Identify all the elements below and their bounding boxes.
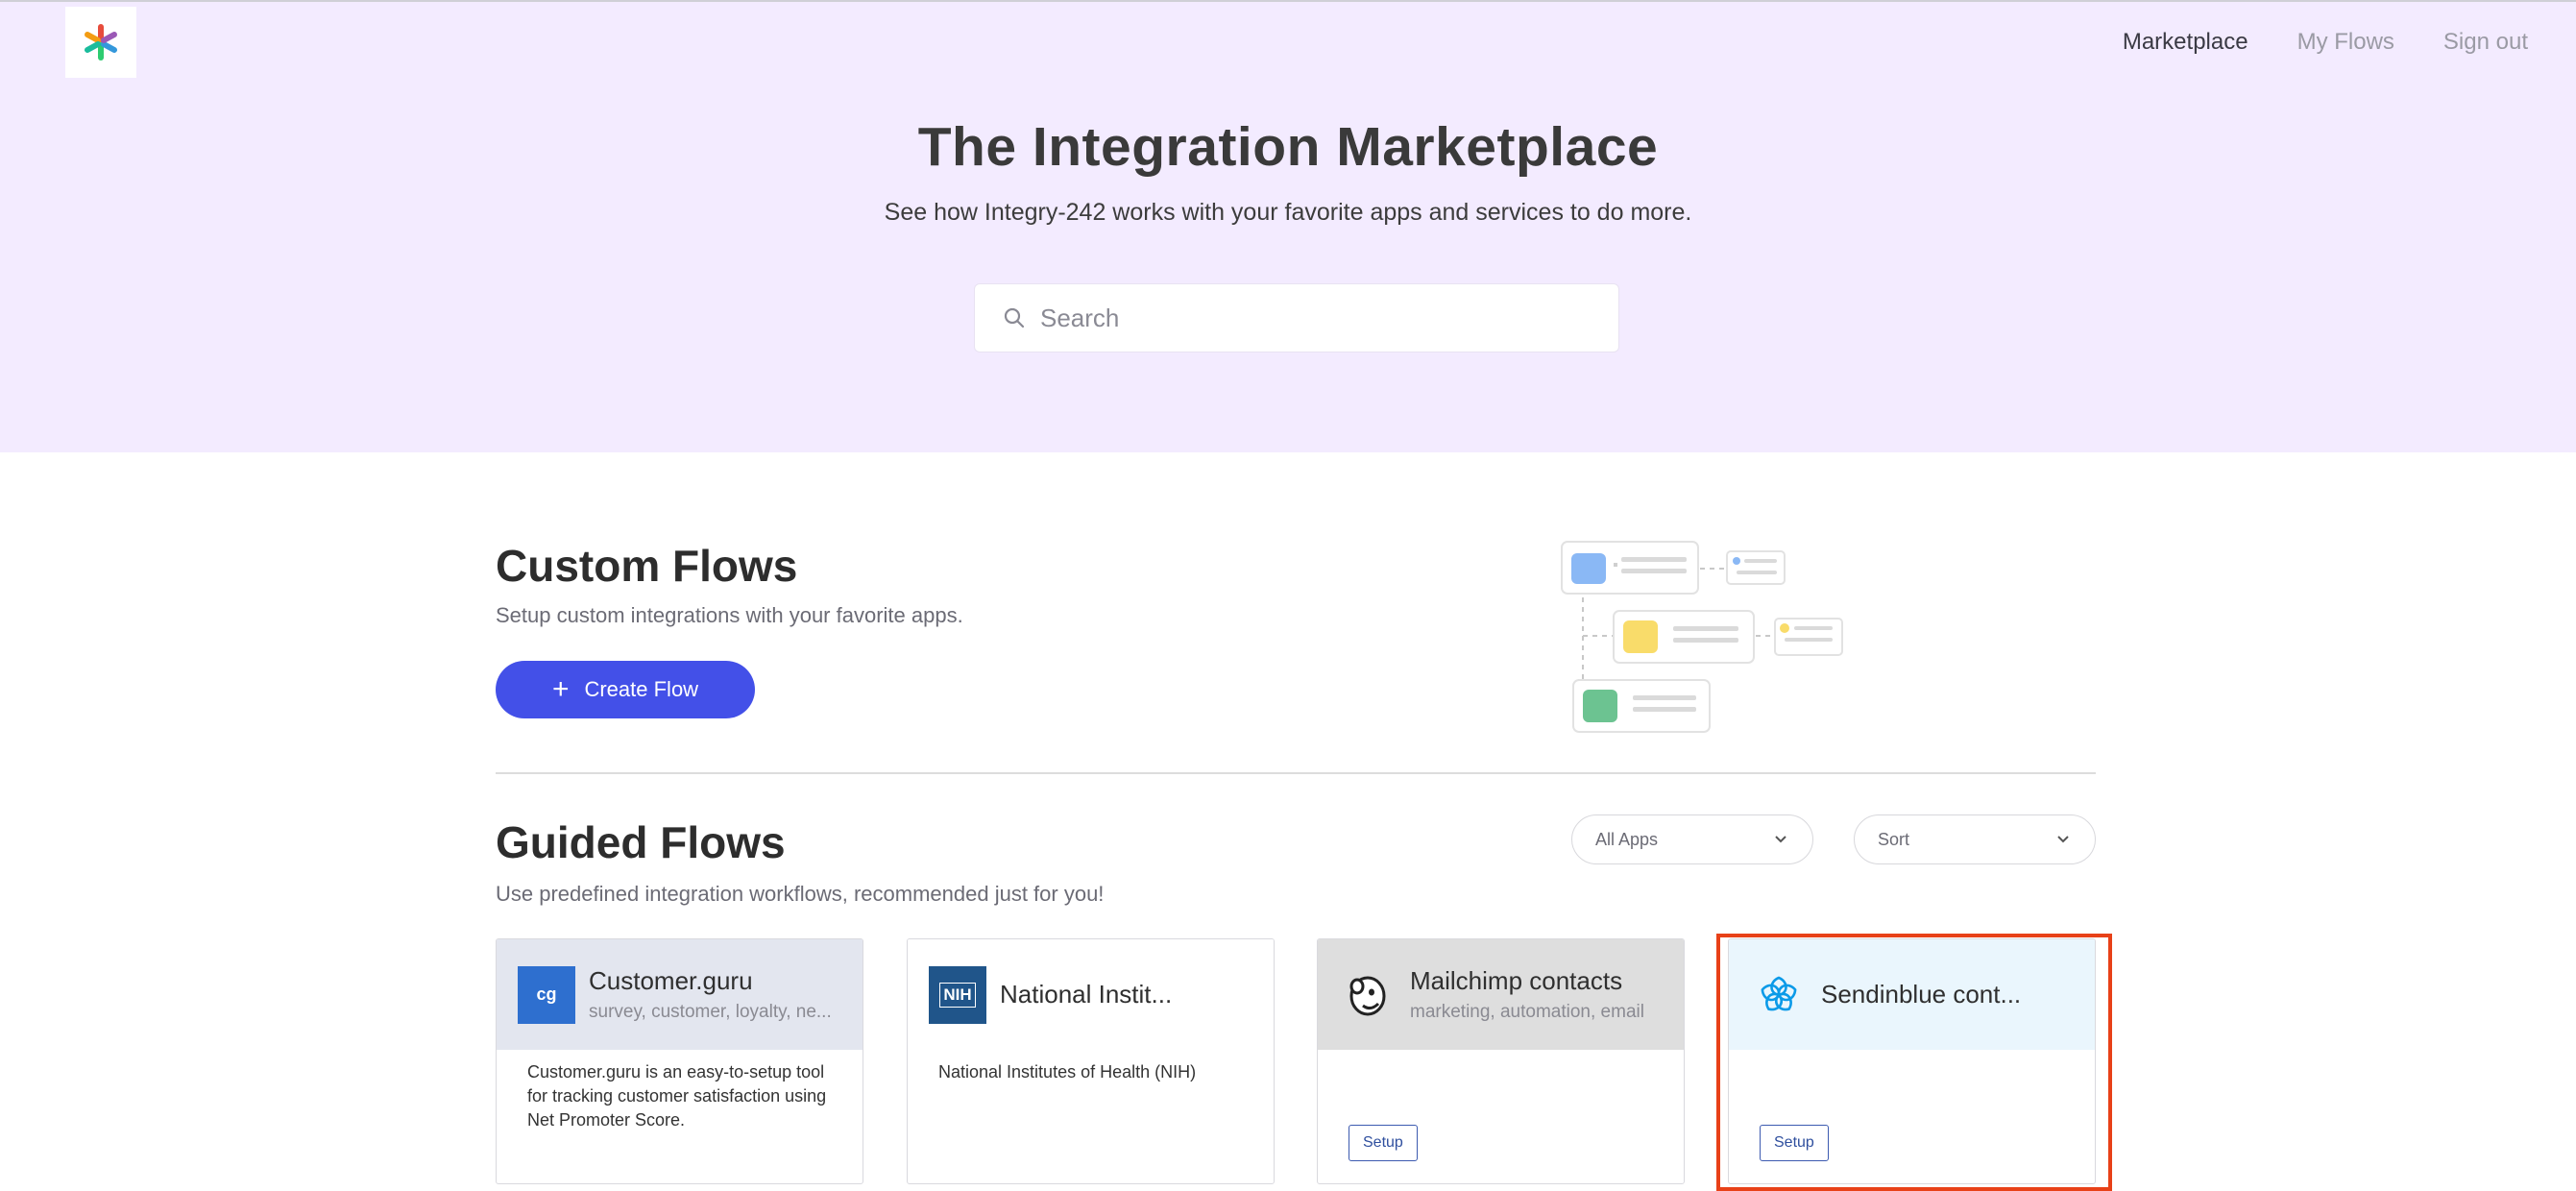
- sort-value: Sort: [1878, 829, 1910, 849]
- brand-logo[interactable]: [65, 7, 136, 78]
- apps-filter-value: All Apps: [1595, 829, 1659, 849]
- card-header: cg Customer.guru survey, customer, loyal…: [497, 939, 863, 1050]
- search-input[interactable]: [1040, 303, 1597, 333]
- card-description: Customer.guru is an easy-to-setup tool f…: [527, 1062, 827, 1130]
- page-title: The Integration Marketplace: [917, 116, 1659, 178]
- nav-marketplace[interactable]: Marketplace: [2123, 29, 2248, 56]
- hero-banner: Marketplace My Flows Sign out The Integr…: [0, 2, 2576, 452]
- guided-flows-title: Guided Flows: [496, 817, 786, 867]
- card-title: Sendinblue cont...: [1821, 980, 2022, 1009]
- mailchimp-logo-icon: [1339, 966, 1397, 1024]
- chevron-down-icon: [1775, 836, 1786, 843]
- apps-filter-select[interactable]: All Apps: [1571, 814, 1813, 864]
- flow-card-nih[interactable]: NIH National Instit... National Institut…: [907, 938, 1275, 1184]
- card-title: Customer.guru: [589, 966, 753, 995]
- setup-button[interactable]: Setup: [1349, 1125, 1418, 1161]
- card-header: Mailchimp contacts marketing, automation…: [1318, 939, 1684, 1050]
- card-header: Sendinblue cont...: [1729, 939, 2095, 1050]
- nav-sign-out[interactable]: Sign out: [2443, 29, 2528, 56]
- plus-icon: +: [551, 673, 570, 705]
- flow-card-mailchimp[interactable]: Mailchimp contacts marketing, automation…: [1317, 938, 1685, 1184]
- create-flow-label: Create Flow: [584, 677, 699, 701]
- search-icon: [1002, 305, 1027, 330]
- create-flow-button[interactable]: + Create Flow: [496, 661, 755, 718]
- guided-flows-subtitle: Use predefined integration workflows, re…: [496, 882, 1105, 906]
- page-subtitle: See how Integry-242 works with your favo…: [884, 199, 1692, 226]
- card-tags: survey, customer, loyalty, ne...: [589, 1002, 832, 1022]
- nav-my-flows[interactable]: My Flows: [2297, 29, 2394, 56]
- nih-logo-icon: NIH: [929, 965, 986, 1024]
- custom-flows-title: Custom Flows: [496, 541, 798, 591]
- chevron-down-icon: [2057, 836, 2069, 843]
- asterisk-logo-icon: [85, 24, 117, 61]
- card-description: National Institutes of Health (NIH): [938, 1062, 1197, 1082]
- search-box[interactable]: [974, 283, 1619, 352]
- card-title: National Instit...: [1000, 980, 1173, 1009]
- sendinblue-logo-icon: [1750, 966, 1808, 1024]
- setup-button[interactable]: Setup: [1760, 1125, 1829, 1161]
- sort-select[interactable]: Sort: [1854, 814, 2096, 864]
- section-divider: [496, 772, 2096, 774]
- custom-flows-subtitle: Setup custom integrations with your favo…: [496, 603, 963, 627]
- card-tags: marketing, automation, email: [1410, 1002, 1644, 1022]
- flow-illustration: [1561, 541, 1843, 733]
- top-nav: Marketplace My Flows Sign out: [2123, 29, 2528, 56]
- card-header: NIH National Instit...: [908, 939, 1274, 1050]
- flow-card-sendinblue[interactable]: Sendinblue cont... Setup: [1728, 938, 2096, 1184]
- flow-card-customer-guru[interactable]: cg Customer.guru survey, customer, loyal…: [496, 938, 863, 1184]
- card-title: Mailchimp contacts: [1410, 966, 1623, 995]
- customer-guru-logo-icon: cg: [518, 965, 575, 1024]
